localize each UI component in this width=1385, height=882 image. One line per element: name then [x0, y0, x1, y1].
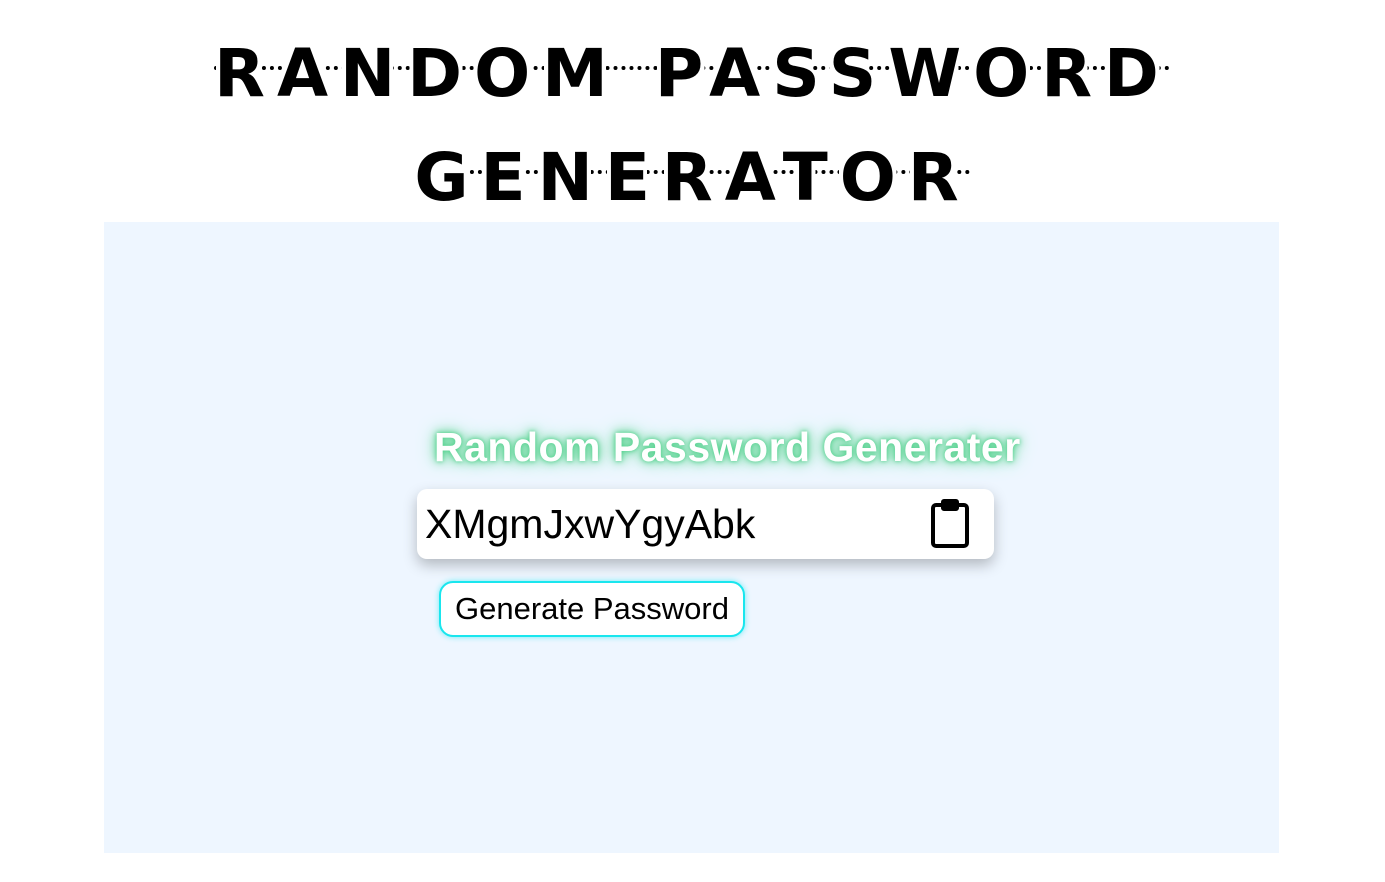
clipboard-icon[interactable] [926, 497, 974, 549]
password-box [417, 489, 994, 559]
generate-password-button[interactable]: Generate Password [439, 581, 745, 637]
generator-panel: Random Password Generater Generate Passw… [104, 222, 1279, 853]
generator-heading: Random Password Generater [434, 424, 1021, 470]
password-output-field[interactable] [425, 495, 905, 553]
page-title: Random Password Generator [214, 35, 1171, 216]
